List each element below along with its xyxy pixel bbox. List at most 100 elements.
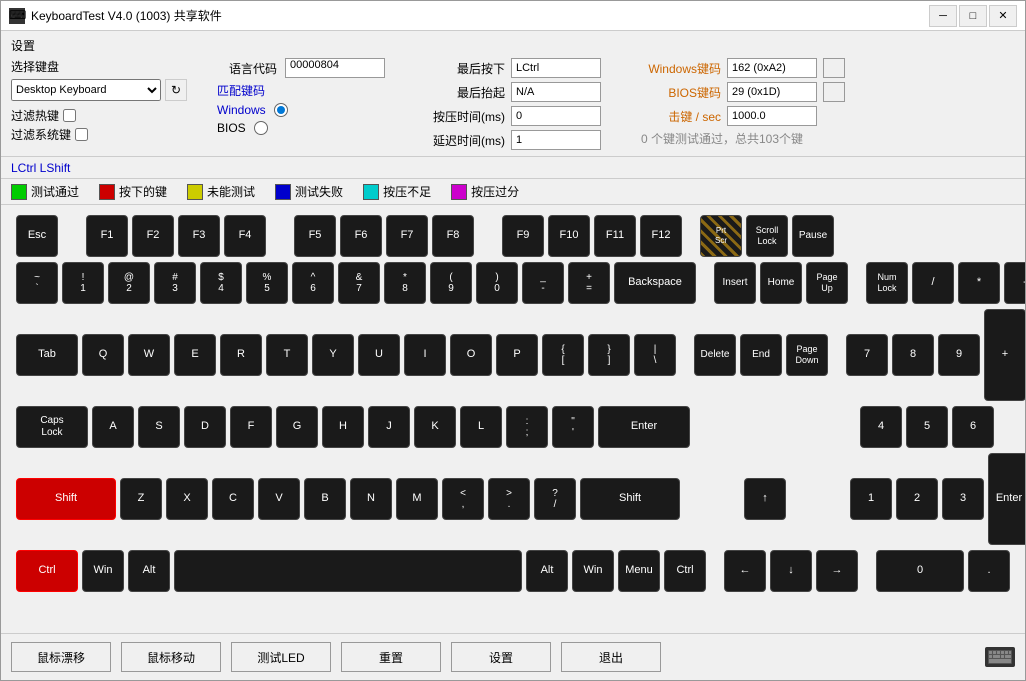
key-x[interactable]: X <box>166 478 208 520</box>
key-insert[interactable]: Insert <box>714 262 756 304</box>
key-f10[interactable]: F10 <box>548 215 590 257</box>
key-lbracket[interactable]: {[ <box>542 334 584 376</box>
key-f8[interactable]: F8 <box>432 215 474 257</box>
key-d[interactable]: D <box>184 406 226 448</box>
key-5[interactable]: %5 <box>246 262 288 304</box>
key-period[interactable]: >. <box>488 478 530 520</box>
key-up[interactable]: ↑ <box>744 478 786 520</box>
settings-button[interactable]: 设置 <box>451 642 551 672</box>
key-k[interactable]: K <box>414 406 456 448</box>
key-left[interactable]: ← <box>724 550 766 592</box>
key-backspace[interactable]: Backspace <box>614 262 696 304</box>
key-num-lock[interactable]: NumLock <box>866 262 908 304</box>
minimize-button[interactable]: ─ <box>929 5 957 27</box>
key-ctrl-left[interactable]: Ctrl <box>16 550 78 592</box>
mouse-move-button[interactable]: 鼠标移动 <box>121 642 221 672</box>
key-rbracket[interactable]: }] <box>588 334 630 376</box>
key-f12[interactable]: F12 <box>640 215 682 257</box>
key-ctrl-right[interactable]: Ctrl <box>664 550 706 592</box>
key-a[interactable]: A <box>92 406 134 448</box>
key-alt-left[interactable]: Alt <box>128 550 170 592</box>
keyboard-select-input[interactable]: Desktop Keyboard <box>11 79 161 101</box>
key-down[interactable]: ↓ <box>770 550 812 592</box>
key-num-1[interactable]: 1 <box>850 478 892 520</box>
key-win-right[interactable]: Win <box>572 550 614 592</box>
key-right[interactable]: → <box>816 550 858 592</box>
key-page-down[interactable]: PageDown <box>786 334 828 376</box>
key-c[interactable]: C <box>212 478 254 520</box>
reset-button[interactable]: 重置 <box>341 642 441 672</box>
key-num-9[interactable]: 9 <box>938 334 980 376</box>
key-3[interactable]: #3 <box>154 262 196 304</box>
key-6[interactable]: ^6 <box>292 262 334 304</box>
key-y[interactable]: Y <box>312 334 354 376</box>
key-num-3[interactable]: 3 <box>942 478 984 520</box>
key-f7[interactable]: F7 <box>386 215 428 257</box>
key-f2[interactable]: F2 <box>132 215 174 257</box>
key-scroll-lock[interactable]: ScrollLock <box>746 215 788 257</box>
filter-hotkeys-checkbox[interactable] <box>63 109 76 122</box>
key-equals[interactable]: += <box>568 262 610 304</box>
key-t[interactable]: T <box>266 334 308 376</box>
key-p[interactable]: P <box>496 334 538 376</box>
key-menu[interactable]: Menu <box>618 550 660 592</box>
key-z[interactable]: Z <box>120 478 162 520</box>
key-q[interactable]: Q <box>82 334 124 376</box>
key-f9[interactable]: F9 <box>502 215 544 257</box>
key-shift-left[interactable]: Shift <box>16 478 116 520</box>
key-num-8[interactable]: 8 <box>892 334 934 376</box>
key-minus[interactable]: _- <box>522 262 564 304</box>
key-num-plus[interactable]: + <box>984 309 1025 401</box>
key-home[interactable]: Home <box>760 262 802 304</box>
key-space[interactable] <box>174 550 522 592</box>
close-button[interactable]: ✕ <box>989 5 1017 27</box>
key-num-0[interactable]: 0 <box>876 550 964 592</box>
mouse-hover-button[interactable]: 鼠标漂移 <box>11 642 111 672</box>
key-8[interactable]: *8 <box>384 262 426 304</box>
key-v[interactable]: V <box>258 478 300 520</box>
key-f5[interactable]: F5 <box>294 215 336 257</box>
key-caps-lock[interactable]: CapsLock <box>16 406 88 448</box>
key-esc[interactable]: Esc <box>16 215 58 257</box>
key-0[interactable]: )0 <box>476 262 518 304</box>
key-1[interactable]: !1 <box>62 262 104 304</box>
key-f6[interactable]: F6 <box>340 215 382 257</box>
key-7[interactable]: &7 <box>338 262 380 304</box>
key-prtsc[interactable]: PrtScr <box>700 215 742 257</box>
test-led-button[interactable]: 测试LED <box>231 642 331 672</box>
key-l[interactable]: L <box>460 406 502 448</box>
key-alt-right[interactable]: Alt <box>526 550 568 592</box>
key-n[interactable]: N <box>350 478 392 520</box>
key-4[interactable]: $4 <box>200 262 242 304</box>
key-num-2[interactable]: 2 <box>896 478 938 520</box>
key-delete[interactable]: Delete <box>694 334 736 376</box>
key-num-dot[interactable]: . <box>968 550 1010 592</box>
key-s[interactable]: S <box>138 406 180 448</box>
key-num-6[interactable]: 6 <box>952 406 994 448</box>
key-9[interactable]: (9 <box>430 262 472 304</box>
key-backslash[interactable]: |\ <box>634 334 676 376</box>
match-bios-radio[interactable] <box>254 121 268 135</box>
key-num-enter[interactable]: Enter <box>988 453 1025 545</box>
match-windows-radio[interactable] <box>274 103 288 117</box>
key-2[interactable]: @2 <box>108 262 150 304</box>
key-tab[interactable]: Tab <box>16 334 78 376</box>
maximize-button[interactable]: □ <box>959 5 987 27</box>
key-w[interactable]: W <box>128 334 170 376</box>
key-num-star[interactable]: * <box>958 262 1000 304</box>
key-num-slash[interactable]: / <box>912 262 954 304</box>
refresh-button[interactable]: ↻ <box>165 79 187 101</box>
key-e[interactable]: E <box>174 334 216 376</box>
key-m[interactable]: M <box>396 478 438 520</box>
key-h[interactable]: H <box>322 406 364 448</box>
filter-system-checkbox[interactable] <box>75 128 88 141</box>
key-backtick[interactable]: ~` <box>16 262 58 304</box>
key-r[interactable]: R <box>220 334 262 376</box>
key-f3[interactable]: F3 <box>178 215 220 257</box>
key-b[interactable]: B <box>304 478 346 520</box>
key-quote[interactable]: "' <box>552 406 594 448</box>
key-f[interactable]: F <box>230 406 272 448</box>
key-f11[interactable]: F11 <box>594 215 636 257</box>
key-semicolon[interactable]: :; <box>506 406 548 448</box>
key-num-5[interactable]: 5 <box>906 406 948 448</box>
